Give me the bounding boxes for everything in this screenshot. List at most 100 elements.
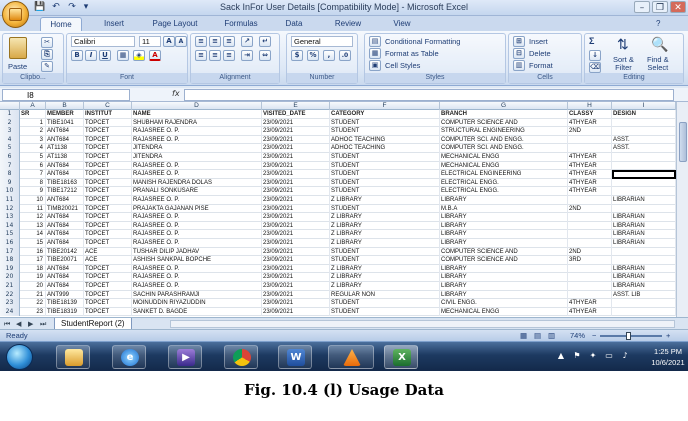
tray-flag-icon[interactable]: ✦ <box>588 351 598 360</box>
paste-icon[interactable] <box>9 37 27 59</box>
conditional-formatting-button[interactable]: Conditional Formatting <box>385 37 460 46</box>
tab-review[interactable]: Review <box>326 17 370 31</box>
cell[interactable]: LIBRARY <box>440 221 568 231</box>
cell[interactable]: COMPUTER SCIENCE AND <box>440 247 568 257</box>
format-painter-icon[interactable]: ✎ <box>41 61 53 72</box>
cell[interactable]: STUDENT <box>330 153 440 162</box>
cell[interactable] <box>568 273 612 282</box>
cell[interactable]: TOPCET <box>84 282 132 291</box>
cell[interactable]: LIBRARY <box>440 196 568 205</box>
formula-input[interactable] <box>184 89 674 101</box>
cell[interactable]: TOPCET <box>84 178 132 188</box>
cell[interactable]: 8 <box>20 178 46 188</box>
cell[interactable]: TOPCET <box>84 273 132 282</box>
cell[interactable]: STUDENT <box>330 299 440 308</box>
zoom-slider-handle[interactable] <box>626 332 631 340</box>
cell[interactable]: Z LIBRARY <box>330 230 440 239</box>
cell[interactable]: ADHOC TEACHING <box>330 135 440 145</box>
cell[interactable]: 23/09/2021 <box>262 264 330 274</box>
cell[interactable]: SACHIN PARASHRAMJI <box>132 290 262 300</box>
cell[interactable]: RAJASREE O. P. <box>132 221 262 231</box>
fill-icon[interactable]: ↓ <box>589 50 601 61</box>
currency-button[interactable]: $ <box>291 50 303 61</box>
tab-view[interactable]: View <box>384 17 420 31</box>
cell[interactable]: 16 <box>20 247 46 257</box>
vertical-scroll-thumb[interactable] <box>679 122 687 162</box>
header-cell[interactable]: VISITED_DATE <box>262 110 330 119</box>
row-number[interactable]: 5 <box>0 144 20 153</box>
clear-icon[interactable]: ⌫ <box>589 62 601 73</box>
last-sheet-icon[interactable]: ⏭ <box>40 320 46 329</box>
cell[interactable] <box>612 127 676 136</box>
cell[interactable]: Z LIBRARY <box>330 239 440 248</box>
comma-button[interactable]: , <box>323 50 335 61</box>
cell[interactable]: 23/09/2021 <box>262 127 330 136</box>
next-sheet-icon[interactable]: ▶ <box>28 320 33 328</box>
name-box[interactable]: I8 <box>2 89 130 101</box>
cell[interactable]: 22 <box>20 299 46 308</box>
taskbar-clock[interactable]: 1:25 PM 10/6/2021 <box>648 346 688 368</box>
cell[interactable]: RAJASREE O. P. <box>132 230 262 239</box>
row-number[interactable]: 14 <box>0 221 20 231</box>
cell[interactable]: 23/09/2021 <box>262 178 330 188</box>
row-number[interactable]: 8 <box>0 170 20 179</box>
cell[interactable]: TOPCET <box>84 264 132 274</box>
column-header-i[interactable]: I <box>612 102 676 110</box>
row-number[interactable]: 6 <box>0 153 20 162</box>
cell[interactable]: AT1138 <box>46 153 84 162</box>
indent-icon[interactable]: ⇥ <box>241 50 253 61</box>
cell[interactable]: 2 <box>20 127 46 136</box>
zoom-level[interactable]: 74% <box>570 331 585 340</box>
cell[interactable]: 23/09/2021 <box>262 161 330 171</box>
cell[interactable]: TIBE20071 <box>46 256 84 265</box>
copy-icon[interactable]: ⎘ <box>41 49 53 60</box>
cell[interactable]: ASST. <box>612 135 676 145</box>
zoom-out-icon[interactable]: − <box>592 331 596 340</box>
cell[interactable]: COMPUTER SCI. AND ENGG. <box>440 135 568 145</box>
borders-icon[interactable]: ▦ <box>117 50 129 61</box>
close-button[interactable]: ✕ <box>670 1 686 13</box>
cell[interactable]: 3RD <box>568 256 612 265</box>
bold-button[interactable]: B <box>71 50 83 61</box>
cell[interactable]: PRANALI SONKUSARE <box>132 187 262 196</box>
cell[interactable] <box>568 135 612 145</box>
underline-button[interactable]: U <box>99 50 111 61</box>
cell[interactable]: 23/09/2021 <box>262 118 330 128</box>
percent-button[interactable]: % <box>307 50 319 61</box>
cell[interactable]: PRAJAKTA GAJANAN PISE <box>132 204 262 214</box>
prev-sheet-icon[interactable]: ◀ <box>16 320 21 328</box>
cell[interactable] <box>612 307 676 317</box>
cell[interactable]: 1 <box>20 118 46 128</box>
row-number[interactable]: 7 <box>0 161 20 171</box>
cell[interactable]: 23 <box>20 307 46 317</box>
cell[interactable]: ACE <box>84 247 132 257</box>
cell[interactable]: 19 <box>20 273 46 282</box>
tab-data[interactable]: Data <box>276 17 312 31</box>
insert-function-icon[interactable]: fx <box>172 89 180 98</box>
cell[interactable]: RAJASREE O. P. <box>132 273 262 282</box>
cell[interactable]: 6 <box>20 161 46 171</box>
cell[interactable]: 23/09/2021 <box>262 144 330 153</box>
header-cell[interactable]: BRANCH <box>440 110 568 119</box>
cell[interactable]: 23/09/2021 <box>262 247 330 257</box>
cell[interactable]: 23/09/2021 <box>262 299 330 308</box>
cell[interactable]: ELECTRICAL ENGINEERING <box>440 170 568 179</box>
decimal-icon[interactable]: .0 <box>339 50 351 61</box>
row-number[interactable]: 24 <box>0 307 20 317</box>
cell[interactable]: COMPUTER SCIENCE AND <box>440 256 568 265</box>
cell[interactable]: Z LIBRARY <box>330 221 440 231</box>
restore-button[interactable]: ❐ <box>652 1 668 13</box>
cell[interactable]: TOPCET <box>84 153 132 162</box>
cell[interactable]: 7 <box>20 170 46 179</box>
grow-font-icon[interactable]: A <box>163 36 175 47</box>
cell[interactable]: LIBRARY <box>440 282 568 291</box>
cell[interactable]: ANT684 <box>46 273 84 282</box>
cell[interactable]: LIBRARIAN <box>612 196 676 205</box>
tray-arrow-icon[interactable]: ▲ <box>556 351 566 360</box>
select-all-corner[interactable] <box>0 102 20 110</box>
align-middle-icon[interactable]: ≡ <box>209 36 221 47</box>
cell[interactable]: ANT684 <box>46 127 84 136</box>
column-header-d[interactable]: D <box>132 102 262 110</box>
cell[interactable]: RAJASREE O. P. <box>132 170 262 179</box>
cell[interactable]: 23/09/2021 <box>262 221 330 231</box>
